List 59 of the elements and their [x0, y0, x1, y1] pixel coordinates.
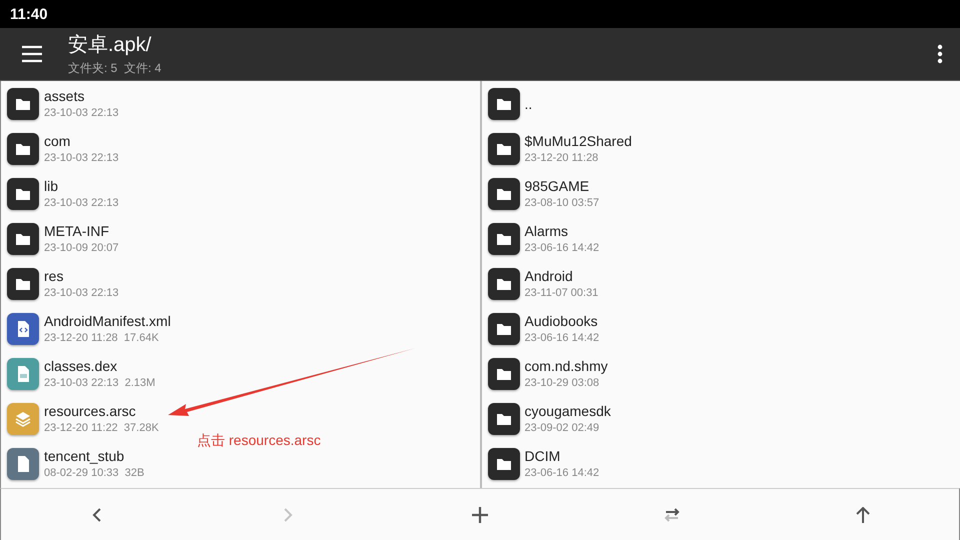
file-name: res: [44, 268, 64, 284]
file-name: classes.dex: [44, 358, 118, 374]
file-name: META-INF: [44, 223, 110, 239]
folder-icon: [7, 222, 39, 254]
file-name: com: [44, 133, 72, 149]
file-name: Audiobooks: [524, 313, 599, 329]
menu-icon: [20, 44, 44, 64]
file-info: 23-10-09 20:07: [44, 242, 119, 254]
file-info: 23-10-03 22:13: [44, 107, 119, 119]
file-info: 23-10-29 03:08: [524, 377, 600, 389]
path-title: 安卓.apk/: [68, 33, 152, 58]
annotation-text: 点击 resources.arsc: [197, 432, 321, 450]
file-name: assets: [44, 88, 86, 104]
file-name: Android: [524, 268, 574, 284]
file-info: 23-09-02 02:49: [524, 422, 600, 434]
file-info: 23-06-16 14:42: [524, 332, 600, 344]
file-info: 23-10-03 22:13 2.13M: [44, 377, 156, 389]
folder-icon: [7, 132, 39, 164]
file-name: 985GAME: [524, 178, 590, 194]
folder-icon: [488, 448, 520, 480]
file-name: DCIM: [524, 448, 562, 464]
clock: 11:40: [10, 6, 48, 22]
file-info: 23-06-16 14:42: [524, 242, 600, 254]
folder-count: 文件夹: 5 文件: 4: [68, 60, 162, 77]
file-info: 08-02-29 10:33 32B: [44, 467, 144, 479]
file-icon: [7, 358, 39, 390]
folder-icon: [488, 312, 520, 344]
file-name: com.nd.shmy: [524, 358, 608, 374]
file-name: ..: [524, 96, 532, 112]
file-name: cyougamesdk: [524, 403, 611, 419]
file-info: 23-12-20 11:28 17.64K: [44, 332, 160, 344]
file-info: 23-10-03 22:13: [44, 152, 119, 164]
folder-icon: [488, 402, 520, 434]
folder-icon: [488, 88, 520, 120]
file-info: 23-10-03 22:13: [44, 287, 119, 299]
file-icon: [7, 448, 39, 480]
folder-icon: [488, 358, 520, 390]
folder-icon: [7, 88, 39, 120]
folder-icon: [7, 178, 39, 210]
file-info: 23-12-20 11:22 37.28K: [44, 422, 159, 434]
file-icon: [7, 402, 39, 434]
file-name: Alarms: [524, 223, 570, 239]
more-icon: [937, 44, 943, 64]
file-icon: [7, 312, 39, 344]
file-name: lib: [44, 178, 60, 194]
folder-icon: [488, 178, 520, 210]
file-info: 23-10-03 22:13: [44, 197, 119, 209]
folder-icon: [488, 222, 520, 254]
file-name: resources.arsc: [44, 403, 137, 419]
file-info: 23-12-20 11:28: [524, 152, 600, 164]
file-name: tencent_stub: [44, 448, 126, 464]
file-info: 23-06-16 14:42: [524, 467, 600, 479]
file-name: AndroidManifest.xml: [44, 313, 171, 329]
file-name: $MuMu12Shared: [524, 133, 632, 149]
folder-icon: [488, 268, 520, 300]
file-info: 23-11-07 00:31: [524, 287, 598, 299]
folder-icon: [7, 268, 39, 300]
folder-icon: [488, 132, 520, 164]
file-info: 23-08-10 03:57: [524, 197, 600, 209]
